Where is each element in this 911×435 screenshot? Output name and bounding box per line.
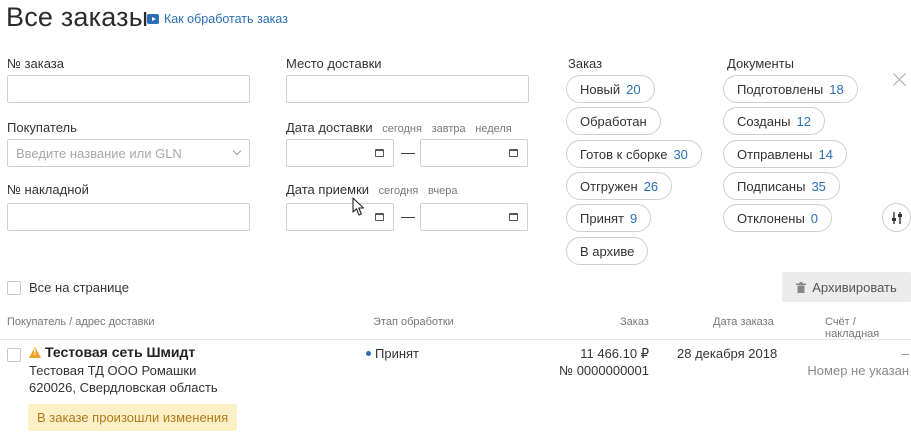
pill-count: 9 (630, 210, 638, 226)
pill-label: Созданы (737, 113, 791, 129)
pill-label: В архиве (580, 243, 635, 259)
pill-label: Отправлены (737, 146, 813, 162)
delivery-date-week[interactable]: неделя (475, 123, 512, 135)
order-status-new[interactable]: Новый 20 (566, 75, 655, 103)
table-divider (0, 339, 911, 340)
mouse-cursor-icon (352, 197, 365, 216)
order-status-shipped[interactable]: Отгружен 26 (566, 172, 673, 200)
delivery-date-today[interactable]: сегодня (382, 123, 422, 135)
buyer-address: 620026, Свердловская область (29, 380, 218, 395)
archive-button-label: Архивировать (812, 279, 897, 295)
pill-count: 14 (818, 146, 833, 162)
pill-label: Готов к сборке (580, 146, 668, 162)
stage-cell: Принят (366, 346, 419, 361)
order-status-archived[interactable]: В архиве (566, 237, 649, 265)
delivery-date-tomorrow[interactable]: завтра (432, 123, 466, 135)
delivery-date-from[interactable] (286, 139, 394, 167)
invoice-number-label: № накладной (7, 182, 89, 197)
row-checkbox[interactable] (7, 348, 21, 362)
delivery-date-label: Дата доставки (286, 120, 373, 135)
pill-label: Отгружен (580, 178, 638, 194)
pill-label: Подписаны (737, 178, 806, 194)
pill-label: Принят (580, 210, 625, 226)
pill-count: 0 (810, 210, 819, 226)
order-number[interactable]: № 0000000001 (559, 363, 649, 378)
documents-status-title: Документы (727, 56, 795, 71)
documents-status-signed[interactable]: Подписаны 35 (723, 172, 840, 200)
column-header-buyer: Покупатель / адрес доставки (7, 316, 155, 328)
play-video-icon (147, 14, 159, 24)
column-header-date: Дата заказа (713, 316, 774, 328)
sliders-icon (891, 211, 902, 224)
pill-count: 20 (626, 81, 641, 97)
documents-status-sent[interactable]: Отправлены 14 (723, 140, 847, 168)
invoice-dash: – (901, 346, 909, 361)
trash-icon (796, 281, 807, 293)
buyer-label: Покупатель (7, 120, 77, 135)
order-number-input[interactable] (7, 75, 250, 103)
calendar-icon (509, 149, 518, 157)
archive-button[interactable]: Архивировать (782, 272, 911, 302)
close-icon[interactable] (891, 71, 908, 88)
warning-icon (29, 347, 41, 358)
pill-count: 35 (811, 178, 826, 194)
buyer-select[interactable]: Введите название или GLN (7, 139, 250, 167)
calendar-icon (509, 213, 518, 221)
invoice-number-input[interactable] (7, 203, 250, 231)
buyer-select-placeholder: Введите название или GLN (16, 146, 182, 161)
order-number-label: № заказа (7, 56, 64, 71)
help-link[interactable]: Как обработать заказ (147, 12, 288, 26)
stage-label: Принят (375, 346, 420, 361)
order-status-processed[interactable]: Обработан (566, 107, 661, 135)
pill-label: Новый (580, 81, 621, 97)
date-range-separator: — (401, 144, 415, 160)
acceptance-date-from[interactable] (286, 203, 394, 231)
order-date: 28 декабря 2018 (677, 346, 778, 361)
pill-count: 12 (796, 113, 811, 129)
help-link-label: Как обработать заказ (164, 12, 288, 26)
column-header-order: Заказ (620, 316, 649, 328)
pill-count: 18 (829, 81, 844, 97)
invoice-status: Номер не указан (807, 363, 909, 378)
order-status-ready[interactable]: Готов к сборке 30 (566, 140, 702, 168)
documents-status-prepared[interactable]: Подготовлены 18 (723, 75, 858, 103)
column-header-invoice: Счёт / накладная (825, 316, 880, 340)
chevron-down-icon (232, 146, 242, 156)
date-range-separator: — (401, 208, 415, 224)
pill-label: Обработан (580, 113, 647, 129)
delivery-date-header: Дата доставки сегодня завтра неделя (286, 120, 512, 135)
select-all-checkbox[interactable] (7, 281, 21, 295)
pill-label: Отклонены (737, 210, 805, 226)
buyer-name-line[interactable]: Тестовая сеть Шмидт (29, 344, 195, 360)
buyer-name: Тестовая сеть Шмидт (45, 344, 196, 360)
pill-label: Подготовлены (737, 81, 824, 97)
pill-count: 30 (673, 146, 688, 162)
buyer-company: Тестовая ТД ООО Ромашки (29, 363, 197, 378)
order-amount: 11 466.10 ₽ (580, 346, 649, 361)
column-header-stage: Этап обработки (373, 316, 454, 328)
calendar-icon (375, 149, 384, 157)
order-status-accepted[interactable]: Принят 9 (566, 204, 652, 232)
delivery-place-input[interactable] (286, 75, 529, 103)
select-all-label: Все на странице (29, 280, 129, 295)
acceptance-date-header: Дата приемки сегодня вчера (286, 182, 457, 197)
documents-status-rejected[interactable]: Отклонены 0 (723, 204, 833, 232)
page-title: Все заказы (6, 2, 149, 32)
order-status-title: Заказ (568, 56, 603, 71)
acceptance-date-yesterday[interactable]: вчера (428, 185, 457, 197)
pill-count: 26 (643, 178, 659, 194)
filter-settings-button[interactable] (882, 203, 911, 232)
status-dot-icon (366, 351, 371, 356)
calendar-icon (375, 213, 384, 221)
documents-status-created[interactable]: Созданы 12 (723, 107, 825, 135)
delivery-place-label: Место доставки (286, 56, 382, 71)
acceptance-date-today[interactable]: сегодня (379, 185, 419, 197)
changes-notice: В заказе произошли изменения (28, 404, 238, 431)
acceptance-date-to[interactable] (420, 203, 528, 231)
delivery-date-to[interactable] (420, 139, 528, 167)
acceptance-date-label: Дата приемки (286, 182, 370, 197)
